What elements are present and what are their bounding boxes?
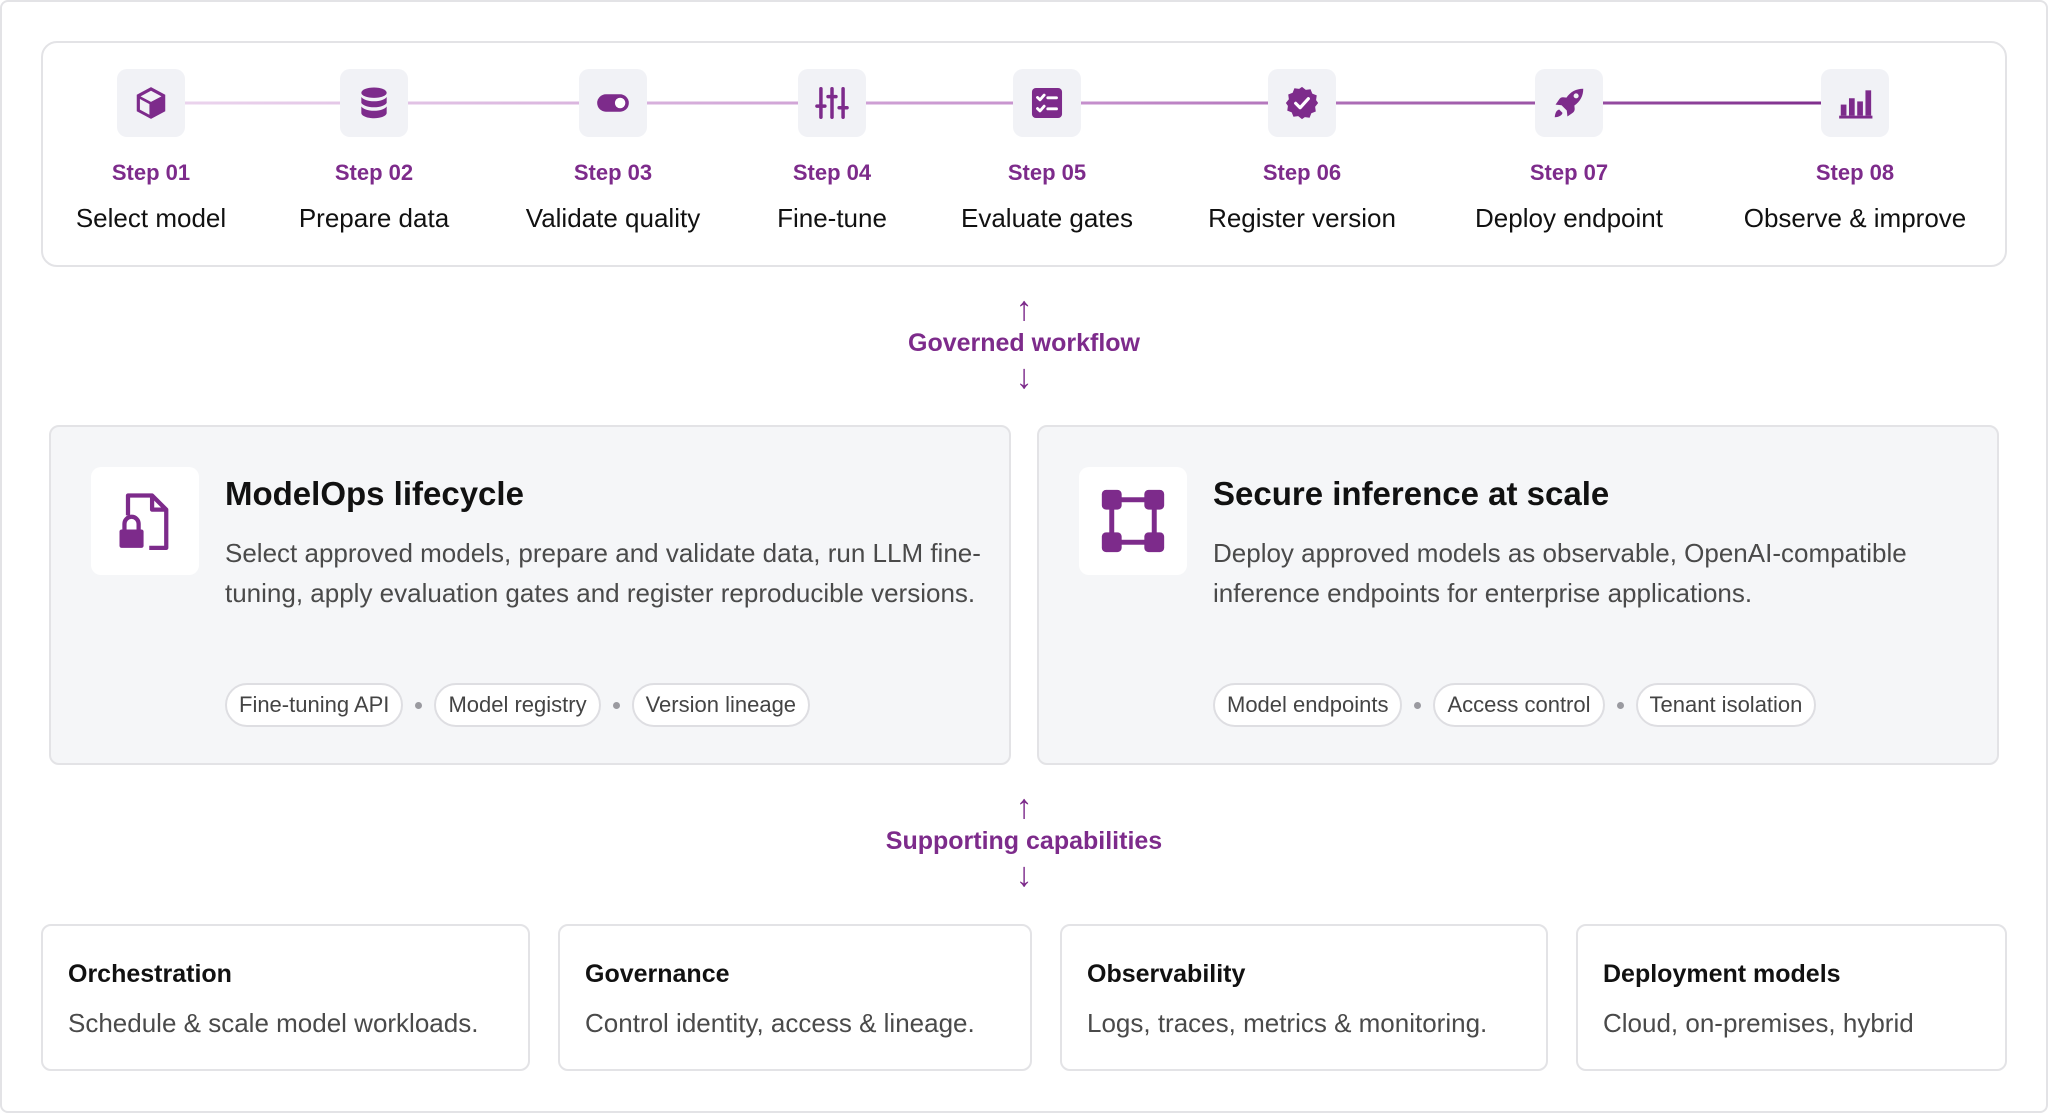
governed-workflow-label: Governed workflow — [908, 329, 1140, 357]
sliders-icon — [798, 69, 866, 137]
cube-icon — [117, 69, 185, 137]
tag-version-lineage: Version lineage — [631, 683, 811, 727]
file-lock-icon — [91, 467, 199, 575]
separator-dot — [415, 701, 423, 709]
separator-dot — [612, 701, 620, 709]
step-number: Step 07 — [1529, 160, 1609, 185]
modelops-lifecycle-card: ModelOps lifecycle Select approved model… — [49, 425, 1011, 765]
supporting-capabilities-connector: ↑ Supporting capabilities ↓ — [0, 790, 2048, 892]
up-arrow-icon: ↑ — [1015, 788, 1033, 826]
card-title: Secure inference at scale — [1213, 475, 1610, 512]
separator-dot — [1414, 701, 1422, 709]
tag-tenant-isolation: Tenant isolation — [1635, 683, 1817, 727]
tag-model-endpoints: Model endpoints — [1213, 683, 1403, 727]
bar-chart-icon — [1821, 69, 1889, 137]
nodes-square-icon — [1079, 467, 1187, 575]
capability-deployment-models: Deployment models Cloud, on-premises, hy… — [1576, 924, 2007, 1071]
down-arrow-icon: ↓ — [1015, 358, 1033, 396]
step-deploy-endpoint: Step 07 Deploy endpoint — [1419, 69, 1719, 233]
secure-inference-card: Secure inference at scale Deploy approve… — [1037, 425, 1999, 765]
capability-title: Governance — [585, 960, 730, 988]
database-icon — [340, 69, 408, 137]
tag-access-control: Access control — [1433, 683, 1605, 727]
capability-governance: Governance Control identity, access & li… — [558, 924, 1032, 1071]
separator-dot — [1616, 701, 1624, 709]
capability-title: Orchestration — [68, 960, 232, 988]
rocket-icon — [1535, 69, 1603, 137]
step-label: Deploy endpoint — [1475, 203, 1663, 233]
capability-description: Cloud, on-premises, hybrid — [1603, 1008, 1914, 1038]
step-register-version: Step 06 Register version — [1152, 69, 1452, 233]
governed-workflow-connector: ↑ Governed workflow ↓ — [0, 292, 2048, 394]
step-number: Step 08 — [1815, 160, 1895, 185]
down-arrow-icon: ↓ — [1015, 856, 1033, 894]
checklist-icon — [1013, 69, 1081, 137]
supporting-capabilities-label: Supporting capabilities — [885, 827, 1163, 855]
capability-description: Control identity, access & lineage. — [585, 1008, 975, 1038]
card-tags: Fine-tuning API Model registry Version l… — [225, 683, 811, 727]
card-description: Deploy approved models as observable, Op… — [1213, 538, 1907, 608]
step-label: Observe & improve — [1743, 203, 1967, 233]
step-observe-improve: Step 08 Observe & improve — [1705, 69, 2005, 233]
capability-title: Deployment models — [1603, 960, 1841, 988]
capability-description: Logs, traces, metrics & monitoring. — [1087, 1008, 1488, 1038]
toggle-icon — [579, 69, 647, 137]
step-label: Register version — [1208, 203, 1396, 233]
card-tags: Model endpoints Access control Tenant is… — [1213, 683, 1817, 727]
tag-fine-tuning-api: Fine-tuning API — [225, 683, 404, 727]
capability-orchestration: Orchestration Schedule & scale model wor… — [41, 924, 530, 1071]
capability-title: Observability — [1087, 960, 1246, 988]
capability-description: Schedule & scale model workloads. — [68, 1008, 479, 1038]
step-number: Step 06 — [1262, 160, 1342, 185]
card-title: ModelOps lifecycle — [225, 475, 524, 512]
tag-model-registry: Model registry — [434, 683, 601, 727]
card-description: Select approved models, prepare and vali… — [225, 538, 981, 608]
capability-observability: Observability Logs, traces, metrics & mo… — [1060, 924, 1548, 1071]
up-arrow-icon: ↑ — [1015, 290, 1033, 328]
verified-badge-icon — [1268, 69, 1336, 137]
